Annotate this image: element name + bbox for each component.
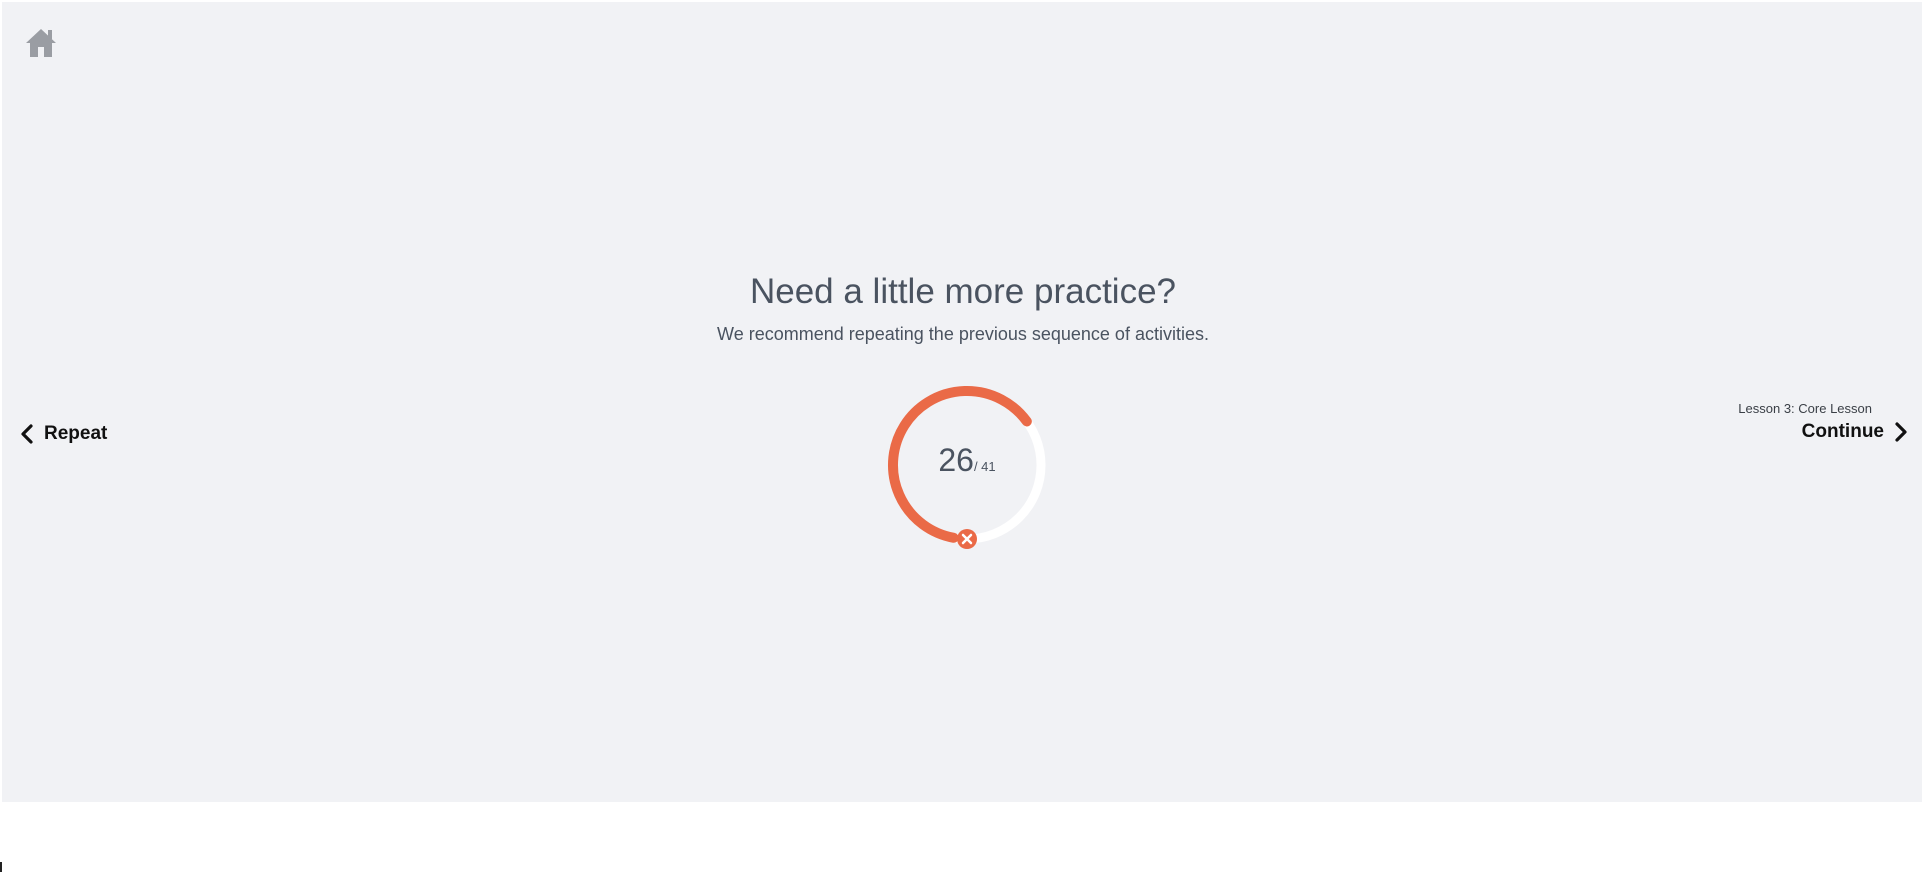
continue-group: Lesson 3: Core Lesson Continue <box>1738 400 1908 446</box>
home-button[interactable] <box>22 24 60 62</box>
score-readout: 26/ 41 <box>882 440 1052 487</box>
close-icon <box>957 529 977 549</box>
continue-button[interactable]: Continue <box>1738 418 1908 446</box>
next-lesson-label: Lesson 3: Core Lesson <box>1738 401 1872 416</box>
repeat-label: Repeat <box>44 423 108 444</box>
home-icon <box>26 29 56 57</box>
continue-label: Continue <box>1801 421 1884 442</box>
chevron-left-icon <box>21 424 33 444</box>
score-value: 26 <box>938 442 974 478</box>
chevron-right-icon <box>1895 422 1907 442</box>
page-title: Need a little more practice? <box>749 272 1177 311</box>
page-subtitle: We recommend repeating the previous sequ… <box>717 324 1209 344</box>
activity-results-panel: Need a little more practice? We recommen… <box>2 2 1922 802</box>
repeat-button[interactable]: Repeat <box>20 420 107 448</box>
score-total: / 41 <box>973 459 996 474</box>
text-cursor <box>0 862 2 872</box>
